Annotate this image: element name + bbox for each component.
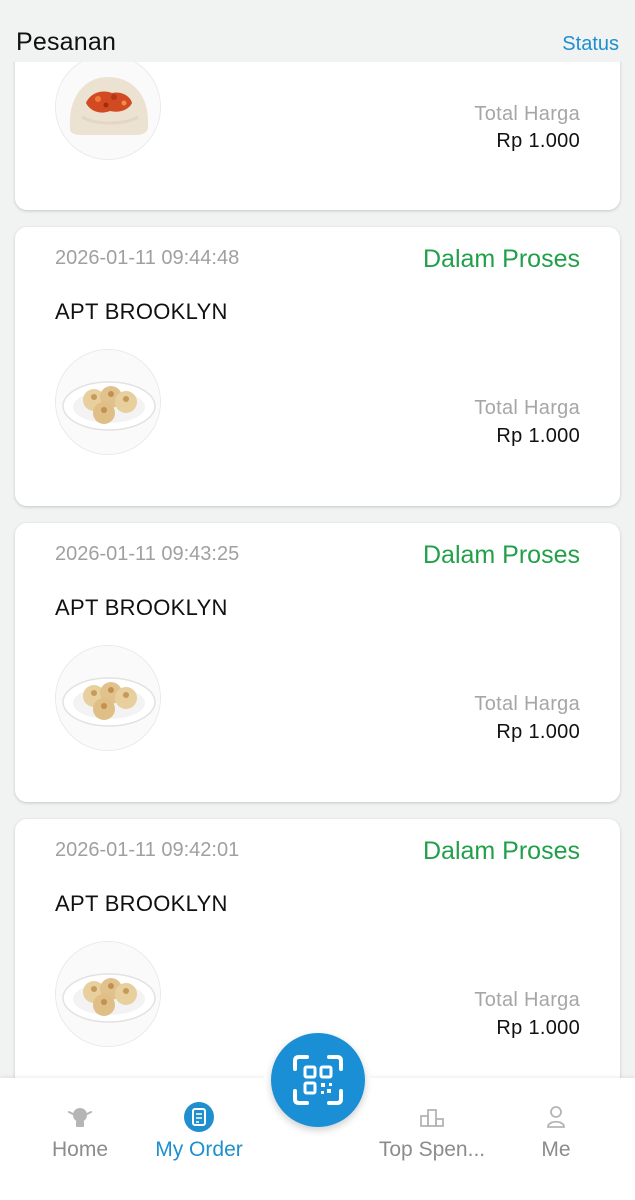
- total-label: Total Harga: [474, 397, 580, 419]
- order-date: 2026-01-11 09:44:48: [55, 247, 240, 269]
- order-card[interactable]: 2026-01-11 09:44:48 Dalam Proses APT BRO…: [15, 227, 620, 506]
- nav-item-my-order[interactable]: My Order: [150, 1102, 248, 1162]
- nav-item-me[interactable]: Me: [536, 1102, 576, 1162]
- nav-label: My Order: [155, 1138, 243, 1161]
- bun-pizza-icon: [55, 54, 161, 160]
- total-label: Total Harga: [474, 693, 580, 715]
- order-screen: Pesanan Status Total Harga Rp 1.000 2026…: [0, 0, 635, 1200]
- order-card[interactable]: Total Harga Rp 1.000: [15, 40, 620, 210]
- podium-icon: [420, 1109, 444, 1127]
- scan-button[interactable]: [271, 1033, 365, 1127]
- nav-label: Home: [51, 1138, 109, 1161]
- order-date: 2026-01-11 09:43:25: [55, 543, 240, 565]
- order-date: 2026-01-11 09:42:01: [55, 839, 240, 861]
- order-status: Dalam Proses: [423, 541, 580, 569]
- total-label: Total Harga: [474, 103, 580, 125]
- person-icon: [547, 1106, 565, 1128]
- store-name: APT BROOKLYN: [55, 299, 228, 324]
- order-list-icon: [184, 1102, 214, 1132]
- nav-item-home[interactable]: Home: [48, 1102, 112, 1162]
- total-value: Rp 1.000: [496, 1017, 580, 1039]
- store-name: APT BROOKLYN: [55, 891, 228, 916]
- home-icon: [68, 1108, 92, 1127]
- store-name: APT BROOKLYN: [55, 595, 228, 620]
- dumplings-plate-icon: [55, 349, 161, 455]
- dumplings-plate-icon: [55, 645, 161, 751]
- dumplings-plate-icon: [55, 941, 161, 1047]
- total-value: Rp 1.000: [496, 130, 580, 152]
- order-status: Dalam Proses: [423, 837, 580, 865]
- header: Pesanan Status: [0, 0, 635, 62]
- qr-scan-icon: [293, 1055, 343, 1105]
- total-value: Rp 1.000: [496, 721, 580, 743]
- order-status: Dalam Proses: [423, 245, 580, 273]
- total-label: Total Harga: [474, 989, 580, 1011]
- nav-label: Me: [541, 1138, 571, 1161]
- total-value: Rp 1.000: [496, 425, 580, 447]
- status-link[interactable]: Status: [562, 33, 619, 56]
- nav-item-top-spender[interactable]: Top Spen...: [376, 1102, 488, 1162]
- nav-label: Top Spen...: [378, 1138, 486, 1161]
- order-card[interactable]: 2026-01-11 09:43:25 Dalam Proses APT BRO…: [15, 523, 620, 802]
- page-title: Pesanan: [16, 28, 117, 56]
